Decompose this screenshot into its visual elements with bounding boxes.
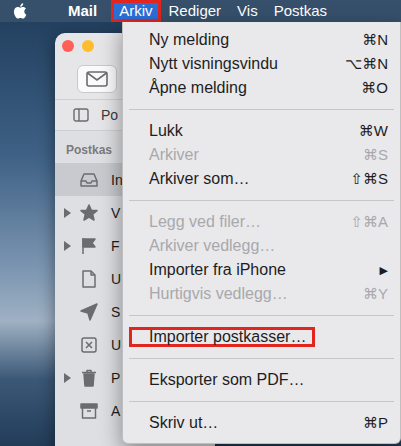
menu-bar-item[interactable]: Postkas xyxy=(266,0,335,22)
menu-bar: MailArkivRedigerVisPostkas xyxy=(0,0,401,22)
menu-separator xyxy=(123,191,400,210)
menu-item-label: Lukk xyxy=(149,122,183,140)
disclosure-icon[interactable] xyxy=(61,306,73,318)
menu-shortcut: ⌘W xyxy=(359,122,388,140)
menu-item[interactable]: Lukk ⌘W xyxy=(123,119,400,143)
menu-bar-item[interactable]: Arkiv xyxy=(111,0,160,22)
menu-separator xyxy=(123,349,400,368)
menu-item-label: Arkiver vedlegg… xyxy=(149,237,275,255)
disclosure-icon[interactable] xyxy=(61,372,73,384)
junk-icon xyxy=(79,335,99,355)
file-menu: Ny melding ⌘N Nytt visningsvindu ⌥⌘N Åpne me… xyxy=(122,22,401,444)
menu-shortcut: ⌘P xyxy=(363,414,388,432)
flag-icon xyxy=(79,236,99,256)
menu-shortcut: ⌥⌘N xyxy=(345,55,388,73)
mailbox-name[interactable]: F xyxy=(111,238,120,254)
menu-item-label: Ny melding xyxy=(149,31,229,49)
menu-item-label: Hurtigvis vedlegg… xyxy=(149,285,288,303)
menu-item[interactable]: Åpne melding ⌘O xyxy=(123,76,400,100)
menu-shortcut: ⌘S xyxy=(363,146,388,164)
menu-item[interactable]: Importer fra iPhone ▶ xyxy=(123,258,400,282)
menu-item-label: Nytt visningsvindu xyxy=(149,55,278,73)
get-mail-button[interactable] xyxy=(77,65,117,93)
inbox-icon xyxy=(79,170,99,190)
mailbox-name[interactable]: P xyxy=(111,370,120,386)
mailbox-name[interactable]: In xyxy=(111,172,123,188)
sidebar-icon[interactable] xyxy=(73,108,89,122)
apple-icon[interactable] xyxy=(12,2,30,20)
mailbox-name[interactable]: S xyxy=(111,304,120,320)
disclosure-icon[interactable] xyxy=(61,240,73,252)
menu-shortcut: ⌘O xyxy=(361,79,388,97)
archive-icon xyxy=(79,401,99,421)
menu-item[interactable]: Skriv ut… ⌘P xyxy=(123,411,400,435)
menu-item[interactable]: Eksporter som PDF… xyxy=(123,368,400,392)
menu-item: Arkiver vedlegg… xyxy=(123,234,400,258)
menu-item[interactable]: Ny melding ⌘N xyxy=(123,28,400,52)
menu-item-label: Importer fra iPhone xyxy=(149,261,286,279)
minimize-button[interactable] xyxy=(82,40,94,52)
trash-icon xyxy=(79,368,99,388)
mailbox-name[interactable]: V xyxy=(111,205,120,221)
sent-icon xyxy=(79,302,99,322)
disclosure-icon[interactable] xyxy=(61,174,73,186)
mailbox-name[interactable]: A xyxy=(111,403,120,419)
menu-shortcut: ⌘Y xyxy=(363,285,388,303)
menu-separator xyxy=(123,392,400,411)
mailbox-name[interactable]: U xyxy=(111,337,121,353)
menu-shortcut: ⇧⌘A xyxy=(350,213,388,231)
draft-icon xyxy=(79,269,99,289)
menu-item-label: Importer postkasser… xyxy=(129,327,315,347)
menu-item-label: Eksporter som PDF… xyxy=(149,371,305,389)
menu-separator xyxy=(123,100,400,119)
menu-item: Arkiver ⌘S xyxy=(123,143,400,167)
menu-item-label: Åpne melding xyxy=(149,79,247,97)
menu-item[interactable]: Importer postkasser… xyxy=(123,325,400,349)
menu-item: Hurtigvis vedlegg… ⌘Y xyxy=(123,282,400,306)
menu-item-label: Legg ved filer… xyxy=(149,213,261,231)
menu-item-label: Skriv ut… xyxy=(149,414,218,432)
menu-item-label: Arkiver xyxy=(149,146,199,164)
menu-bar-item[interactable]: Mail xyxy=(58,0,107,22)
mailbox-name[interactable]: U xyxy=(111,271,121,287)
favorites-tab[interactable]: Po xyxy=(101,107,118,123)
menu-item-label: Arkiver som… xyxy=(149,170,249,188)
menu-shortcut: ⌘N xyxy=(362,31,388,49)
menu-item: Legg ved filer… ⇧⌘A xyxy=(123,210,400,234)
menu-item[interactable]: Arkiver som… ⇧⌘S xyxy=(123,167,400,191)
envelope-icon xyxy=(86,71,108,87)
star-icon xyxy=(79,203,99,223)
disclosure-icon[interactable] xyxy=(61,207,73,219)
disclosure-icon[interactable] xyxy=(61,273,73,285)
menu-separator xyxy=(123,306,400,325)
menu-bar-item[interactable]: Rediger xyxy=(161,0,230,22)
desktop: MailArkivRedigerVisPostkas Po Postkas In V F U… xyxy=(0,0,401,446)
disclosure-icon[interactable] xyxy=(61,339,73,351)
close-button[interactable] xyxy=(62,40,74,52)
menu-shortcut: ⇧⌘S xyxy=(350,170,388,188)
menu-bar-item[interactable]: Vis xyxy=(229,0,266,22)
menu-item[interactable]: Nytt visningsvindu ⌥⌘N xyxy=(123,52,400,76)
disclosure-icon[interactable] xyxy=(61,405,73,417)
apple-menu[interactable] xyxy=(0,0,58,22)
menu-shortcut: ▶ xyxy=(380,264,388,277)
